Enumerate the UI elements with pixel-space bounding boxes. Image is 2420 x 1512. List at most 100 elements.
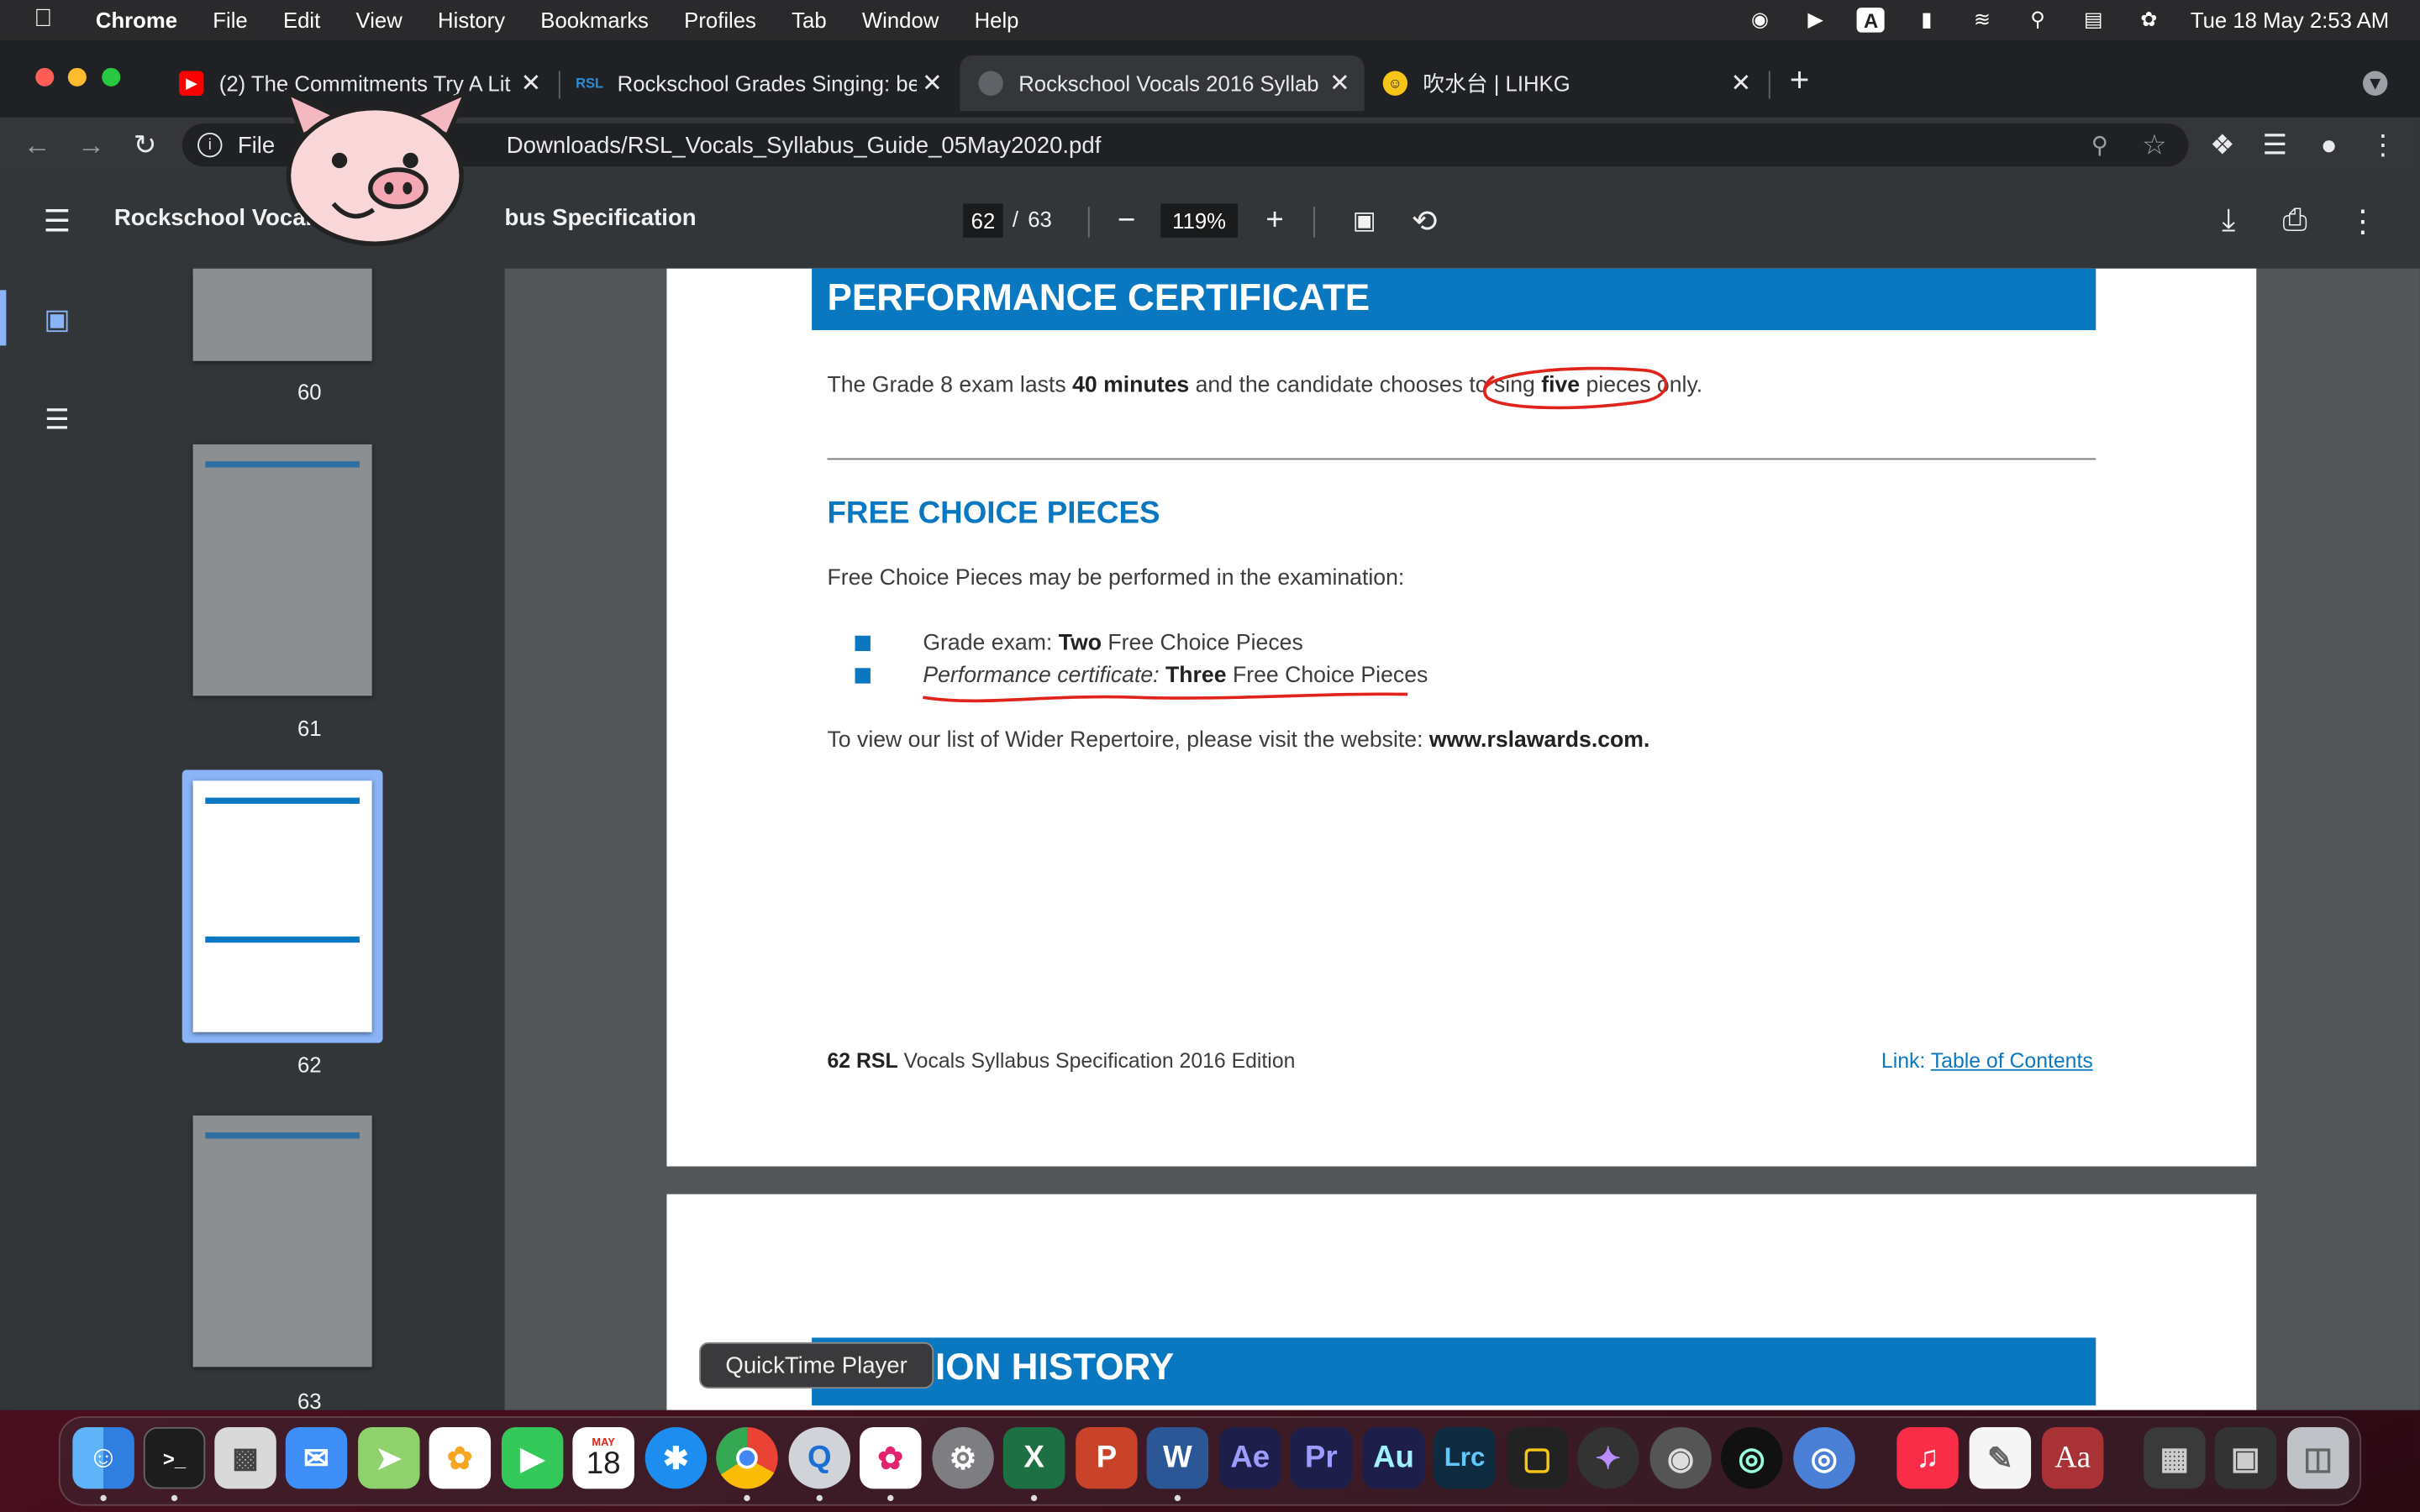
close-tab-icon[interactable]: ✕: [515, 68, 546, 99]
page-total: 63: [1028, 207, 1052, 232]
siri-icon[interactable]: ✿: [2135, 8, 2163, 32]
word-icon[interactable]: W: [1146, 1426, 1209, 1489]
final-cut-pro-icon[interactable]: ▢: [1506, 1426, 1569, 1489]
thumbnail-page-63[interactable]: [192, 1115, 372, 1368]
creative-cloud-icon[interactable]: ◉: [1746, 8, 1774, 32]
music-icon[interactable]: ♫: [1897, 1426, 1959, 1489]
minimize-window-button[interactable]: [67, 67, 87, 87]
quicktime-player-icon[interactable]: Q: [788, 1426, 851, 1489]
extensions-icon[interactable]: ❖: [2204, 127, 2241, 164]
textedit-icon[interactable]: ✎: [1969, 1426, 2032, 1489]
logic-icon[interactable]: ◎: [1720, 1426, 1783, 1489]
back-icon[interactable]: ←: [18, 127, 55, 164]
globe-icon: [978, 71, 1003, 96]
bookmark-star-icon[interactable]: ☆: [2142, 129, 2167, 161]
pinwheel-app-icon[interactable]: ✿: [860, 1426, 922, 1489]
system-preferences-icon[interactable]: ⚙: [932, 1426, 994, 1489]
menu-help[interactable]: Help: [975, 8, 1019, 32]
powerpoint-icon[interactable]: P: [1076, 1426, 1138, 1489]
input-source-icon[interactable]: A: [1857, 8, 1886, 33]
tab-rockschool-vocals[interactable]: Rockschool Vocals 2016 Syllab ✕: [960, 55, 1365, 112]
launchpad-icon[interactable]: ▩: [214, 1426, 276, 1489]
thumbnail-page-60[interactable]: [192, 268, 372, 361]
thumbnail-page-62[interactable]: [192, 780, 372, 1032]
screenshot-icon[interactable]: ▣: [2214, 1426, 2277, 1489]
tab-lihkg[interactable]: ☺ 吹水台 | LIHKG ✕: [1365, 55, 1766, 111]
forward-icon[interactable]: →: [72, 127, 109, 164]
wifi-icon[interactable]: ≋: [1968, 8, 1996, 32]
pdf-more-options-icon[interactable]: ⋮: [2343, 201, 2383, 241]
profile-icon[interactable]: ●: [2311, 127, 2348, 164]
fit-to-page-icon[interactable]: ▣: [1344, 201, 1385, 241]
rotate-icon[interactable]: ⟲: [1404, 201, 1444, 241]
info-icon[interactable]: i: [197, 132, 223, 158]
zoom-in-icon[interactable]: +: [1255, 201, 1295, 241]
photo-booth-icon[interactable]: ▦: [2144, 1426, 2206, 1489]
page-number-input[interactable]: 62: [963, 203, 1003, 238]
zoom-icon[interactable]: ⚲: [2091, 131, 2108, 159]
facetime-icon[interactable]: ▶: [501, 1426, 564, 1489]
spotlight-search-icon[interactable]: ⚲: [2024, 8, 2052, 32]
toolbar-divider: [1313, 207, 1315, 238]
zoom-level-input[interactable]: 119%: [1160, 203, 1239, 238]
menu-profiles[interactable]: Profiles: [684, 8, 756, 32]
compressor-icon[interactable]: ◉: [1649, 1426, 1712, 1489]
tab-search-icon[interactable]: ▼: [2362, 71, 2388, 96]
close-tab-icon[interactable]: ✕: [917, 68, 948, 99]
after-effects-icon[interactable]: Ae: [1218, 1426, 1281, 1489]
calendar-icon[interactable]: MAY 18: [572, 1426, 634, 1489]
tab-title: 吹水台 | LIHKG: [1423, 71, 1570, 96]
table-of-contents-link[interactable]: Table of Contents: [1931, 1049, 2093, 1073]
menu-window[interactable]: Window: [862, 8, 939, 32]
close-tab-icon[interactable]: ✕: [1725, 68, 1756, 99]
photos-icon[interactable]: ✿: [429, 1426, 492, 1489]
terminal-icon[interactable]: >_: [143, 1426, 206, 1489]
close-window-button[interactable]: [35, 67, 55, 87]
website-link[interactable]: www.rslawards.com.: [1429, 728, 1649, 753]
document-outline-icon[interactable]: ☰: [37, 400, 77, 440]
menu-bookmarks[interactable]: Bookmarks: [540, 8, 649, 32]
menu-view[interactable]: View: [356, 8, 402, 32]
download-icon[interactable]: ⤓: [2208, 201, 2249, 241]
thumbnail-label: 63: [297, 1389, 322, 1410]
hamburger-menu-icon[interactable]: ☰: [37, 201, 77, 241]
menu-app-chrome[interactable]: Chrome: [96, 8, 177, 32]
trash-icon[interactable]: ◫: [2286, 1426, 2349, 1489]
music-app-icon[interactable]: ◎: [1793, 1426, 1855, 1489]
address-bar[interactable]: i File Downloads/RSL_Vocals_Syllabus_Gui…: [182, 123, 2189, 167]
menu-file[interactable]: File: [213, 8, 247, 32]
menu-history[interactable]: History: [438, 8, 505, 32]
maps-icon[interactable]: ➤: [358, 1426, 420, 1489]
apple-icon[interactable]: : [34, 6, 65, 34]
reload-icon[interactable]: ↻: [127, 127, 164, 164]
menubar-clock[interactable]: Tue 18 May 2:53 AM: [2191, 8, 2389, 32]
tab-rockschool-grades[interactable]: RSL Rockschool Grades Singing: be ✕: [559, 55, 957, 111]
pdf-side-nav: ▣ ☰: [0, 268, 114, 1410]
chrome-menu-icon[interactable]: ⋮: [2365, 127, 2402, 164]
mail-icon[interactable]: ✉: [285, 1426, 348, 1489]
battery-icon[interactable]: ▮: [1912, 8, 1940, 32]
menu-tab[interactable]: Tab: [792, 8, 826, 32]
audition-icon[interactable]: Au: [1362, 1426, 1425, 1489]
chrome-icon[interactable]: [716, 1426, 778, 1489]
new-tab-icon[interactable]: +: [1781, 60, 1818, 99]
premiere-pro-icon[interactable]: Pr: [1290, 1426, 1352, 1489]
zoom-out-icon[interactable]: −: [1107, 201, 1147, 241]
print-icon[interactable]: ⎙: [2275, 201, 2315, 241]
finder-icon[interactable]: ☺: [72, 1426, 134, 1489]
zoom-window-button[interactable]: [102, 67, 121, 87]
pdf-page-62: PERFORMANCE CERTIFICATE The Grade 8 exam…: [666, 268, 2257, 1167]
section-subheading: FREE CHOICE PIECES: [827, 496, 1160, 531]
media-controls-icon[interactable]: ☰: [2256, 127, 2293, 164]
close-tab-icon[interactable]: ✕: [1324, 68, 1355, 99]
play-icon[interactable]: ▶: [1802, 8, 1829, 32]
excel-icon[interactable]: X: [1002, 1426, 1065, 1489]
thumbnails-icon[interactable]: ▣: [37, 299, 77, 339]
control-center-icon[interactable]: ▤: [2080, 8, 2107, 32]
lightroom-classic-icon[interactable]: Lrc: [1434, 1426, 1496, 1489]
motion-icon[interactable]: ✦: [1577, 1426, 1639, 1489]
thumbnail-page-61[interactable]: [192, 444, 372, 696]
menu-edit[interactable]: Edit: [283, 8, 320, 32]
dictionary-icon[interactable]: Aa: [2041, 1426, 2104, 1489]
safari-icon[interactable]: ✱: [644, 1426, 708, 1489]
